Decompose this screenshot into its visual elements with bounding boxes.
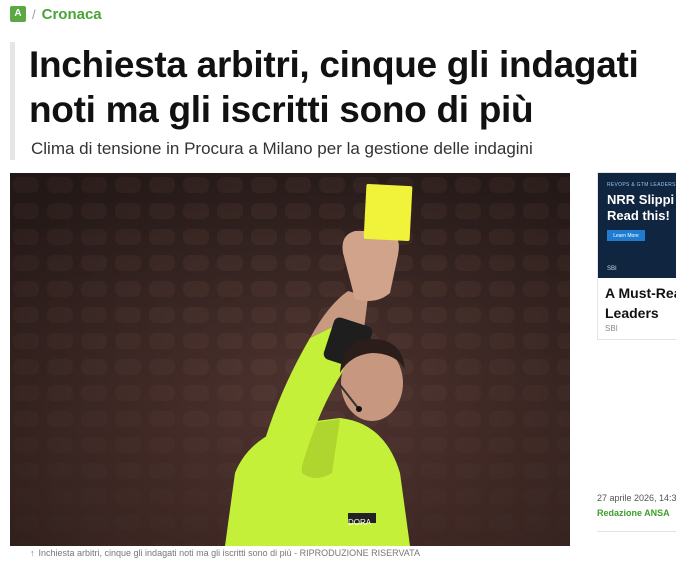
breadcrumb-separator: / xyxy=(32,6,36,22)
article-date: 27 aprile 2026, 14:3 xyxy=(597,493,676,503)
ad-title[interactable]: A Must-Rea Leaders xyxy=(605,283,676,323)
article-title-line-1: Inchiesta arbitri, cinque gli indagati xyxy=(29,44,639,85)
ad-title-line-1: A Must-Rea xyxy=(605,285,676,301)
article-header: Inchiesta arbitri, cinque gli indagati n… xyxy=(10,42,675,160)
breadcrumb-section-link[interactable]: Cronaca xyxy=(42,6,102,23)
referee-photo: DORA xyxy=(10,173,570,546)
ad-kicker: REVOPS & GTM LEADERS xyxy=(607,182,676,188)
svg-text:DORA: DORA xyxy=(348,518,372,527)
ad-banner[interactable]: REVOPS & GTM LEADERS NRR Slippi Read thi… xyxy=(598,173,676,278)
site-logo[interactable]: A xyxy=(10,6,26,22)
ad-headline-line-2: Read this! xyxy=(607,208,670,223)
article-subtitle: Clima di tensione in Procura a Milano pe… xyxy=(31,139,533,158)
breadcrumb: A / Cronaca xyxy=(10,4,102,24)
article-title: Inchiesta arbitri, cinque gli indagati n… xyxy=(15,42,675,132)
sidebar-ad[interactable]: REVOPS & GTM LEADERS NRR Slippi Read thi… xyxy=(597,172,676,340)
article-author-link[interactable]: Redazione ANSA xyxy=(597,508,670,518)
article-hero-image[interactable]: DORA xyxy=(10,173,570,546)
image-caption-text: Inchiesta arbitri, cinque gli indagati n… xyxy=(38,548,420,558)
ad-source: SBI xyxy=(605,324,618,333)
ad-brand-logo: SBI xyxy=(607,266,617,272)
article-title-line-2: noti ma gli iscritti sono di più xyxy=(29,89,534,130)
ad-learn-more-button[interactable]: Learn More xyxy=(607,230,645,241)
ad-headline: NRR Slippi Read this! xyxy=(607,192,676,224)
ad-title-line-2: Leaders xyxy=(605,305,659,321)
caption-arrow-icon: ↑ xyxy=(30,548,35,558)
image-caption: ↑ Inchiesta arbitri, cinque gli indagati … xyxy=(10,548,570,558)
meta-divider xyxy=(597,531,676,532)
ad-headline-line-1: NRR Slippi xyxy=(607,192,675,207)
